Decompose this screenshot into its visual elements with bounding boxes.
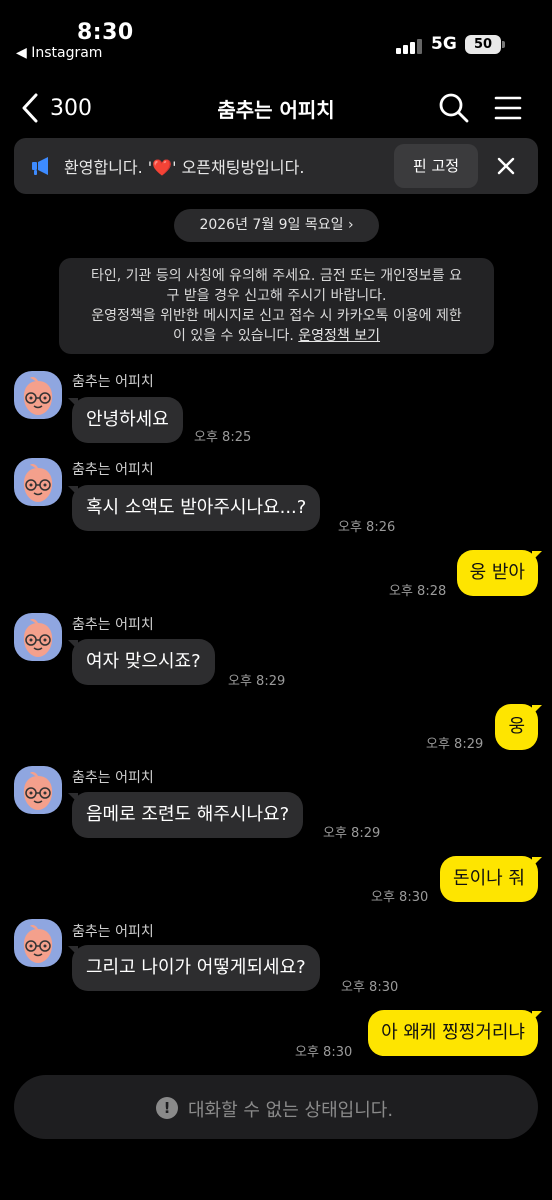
bubble-tail xyxy=(532,705,542,715)
sender-name: 춤추는 어피치 xyxy=(72,617,154,633)
chevron-left-icon xyxy=(22,93,38,123)
sender-name: 춤추는 어피치 xyxy=(72,770,154,786)
message-bubble-incoming[interactable]: 안녕하세요 xyxy=(72,397,183,443)
back-button[interactable]: 300 xyxy=(20,92,100,124)
system-message-line: 구 받을 경우 신고해 주시기 바랍니다. xyxy=(166,288,387,304)
message-time: 오후 8:30 xyxy=(341,980,399,995)
message-time: 오후 8:29 xyxy=(426,737,484,752)
network-type: 5G xyxy=(431,34,457,54)
message-bubble-incoming[interactable]: 여자 맞으시죠? xyxy=(72,639,215,685)
avatar[interactable] xyxy=(14,919,62,967)
apeach-avatar-icon xyxy=(23,772,53,810)
bubble-tail xyxy=(532,1011,542,1021)
policy-link[interactable]: 운영정책 보기 xyxy=(298,328,380,344)
apeach-avatar-icon xyxy=(23,925,53,963)
bubble-tail xyxy=(532,857,542,867)
clock: 8:30 xyxy=(77,20,134,45)
sender-name: 춤추는 어피치 xyxy=(72,924,154,940)
system-message-line: 타인, 기관 등의 사칭에 유의해 주세요. 금전 또는 개인정보를 요 xyxy=(91,268,462,284)
avatar[interactable] xyxy=(14,766,62,814)
battery-tip xyxy=(502,41,505,48)
message-time: 오후 8:25 xyxy=(194,430,252,445)
megaphone-icon xyxy=(32,157,48,175)
sender-name: 춤추는 어피치 xyxy=(72,462,154,478)
message-bubble-outgoing[interactable]: 아 왜케 찡찡거리냐 xyxy=(368,1010,538,1056)
apeach-avatar-icon xyxy=(23,619,53,657)
message-bubble-incoming[interactable]: 혹시 소액도 받아주시나요...? xyxy=(72,485,321,531)
message-time: 오후 8:29 xyxy=(323,826,381,841)
message-bubble-incoming[interactable]: 음메로 조련도 해주시나요? xyxy=(72,792,304,838)
signal-icon xyxy=(396,38,426,54)
notice-banner[interactable]: 환영합니다. '❤️' 오픈채팅방입니다. 핀 고정 xyxy=(14,138,538,194)
back-to-app-link[interactable]: ◀ Instagram xyxy=(16,45,102,61)
message-time: 오후 8:29 xyxy=(228,674,286,689)
message-time: 오후 8:28 xyxy=(389,584,447,599)
avatar[interactable] xyxy=(14,371,62,419)
avatar[interactable] xyxy=(14,458,62,506)
system-message-line: 운영정책을 위반한 메시지로 신고 접수 시 카카오톡 이용에 제한 xyxy=(91,308,462,324)
avatar[interactable] xyxy=(14,613,62,661)
pin-button[interactable]: 핀 고정 xyxy=(394,144,478,188)
battery-icon: 50 xyxy=(465,35,501,54)
message-bubble-outgoing[interactable]: 웅 받아 xyxy=(456,550,538,596)
apeach-avatar-icon xyxy=(23,377,53,415)
message-bubble-outgoing[interactable]: 돈이나 줘 xyxy=(440,856,538,902)
status-bar: 8:30 ◀ Instagram 5G 50 xyxy=(0,0,552,70)
chat-disabled-text: 대화할 수 없는 상태입니다. xyxy=(188,1100,394,1121)
close-icon[interactable] xyxy=(494,154,518,178)
unread-chats-count: 300 xyxy=(50,95,92,121)
system-warning-message: 타인, 기관 등의 사칭에 유의해 주세요. 금전 또는 개인정보를 요 구 받… xyxy=(59,258,494,354)
warning-icon: ! xyxy=(156,1097,178,1119)
message-time: 오후 8:26 xyxy=(338,520,396,535)
menu-icon[interactable] xyxy=(494,94,522,122)
chat-disabled-bar: ! 대화할 수 없는 상태입니다. xyxy=(14,1075,538,1139)
message-bubble-incoming[interactable]: 그리고 나이가 어떻게되세요? xyxy=(72,945,320,991)
date-divider[interactable]: 2026년 7월 9일 목요일 › xyxy=(174,209,379,242)
search-icon[interactable] xyxy=(438,92,470,124)
system-message-line: 이 있을 수 있습니다. 운영정책 보기 xyxy=(172,328,381,344)
apeach-avatar-icon xyxy=(23,464,53,502)
chat-header: 300 춤추는 어피치 xyxy=(0,80,552,136)
notice-text: 환영합니다. '❤️' 오픈채팅방입니다. xyxy=(64,158,305,177)
message-time: 오후 8:30 xyxy=(371,890,429,905)
bubble-tail xyxy=(532,551,542,561)
sender-name: 춤추는 어피치 xyxy=(72,374,154,390)
message-time: 오후 8:30 xyxy=(295,1045,353,1060)
